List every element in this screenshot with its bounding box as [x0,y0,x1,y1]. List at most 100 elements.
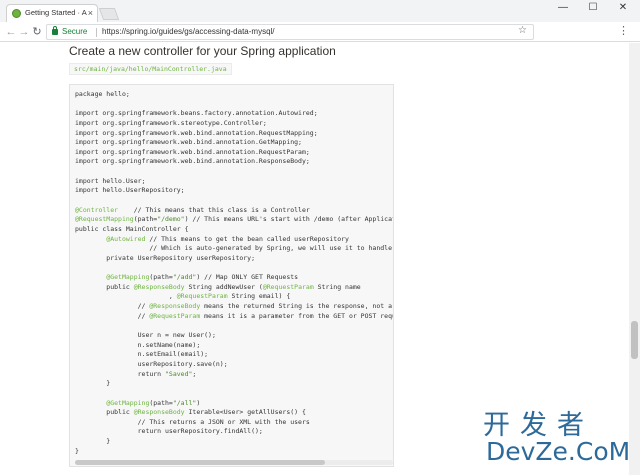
code-text: String addNewUser ( [184,282,263,291]
url-text[interactable]: https://spring.io/guides/gs/accessing-da… [102,27,275,36]
code-text: } [75,379,111,388]
minimize-button[interactable]: — [548,0,578,16]
file-path: src/main/java/hello/MainController.java [69,63,232,75]
code-line: import org.springframework.stereotype.Co… [75,118,393,129]
code-line: n.setEmail(email); [75,350,393,360]
code-line: // @RequestParam means it is a parameter… [75,311,394,322]
code-text: n.setEmail(email); [75,350,209,359]
code-line: @Controller // This means that this clas… [75,205,393,216]
code-line: return "Saved"; [75,369,393,380]
code-text: } [75,446,79,455]
code-line: public @ResponseBody Iterable<User> getA… [75,408,393,418]
code-line: } [75,437,393,447]
code-text: (path= [149,273,173,282]
code-string: "Saved" [165,369,193,378]
code-text: return userRepository.findAll(); [75,427,263,436]
code-text: String name [313,282,361,291]
code-line: @GetMapping(path="/all") [75,398,393,409]
code-annotation: @ResponseBody [133,282,185,291]
browser-tab[interactable]: Getting Started · Accessing × [6,4,98,22]
code-annotation: @RequestMapping [75,215,134,224]
code-text: import hello.UserRepository; [75,186,185,195]
tab-close-button[interactable]: × [88,7,93,19]
code-text: import org.springframework.web.bind.anno… [75,157,310,166]
code-scroll-thumb[interactable] [75,460,325,465]
back-button[interactable]: ← [4,24,18,40]
code-text: import org.springframework.web.bind.anno… [75,128,318,137]
code-text: n.setName(name); [75,340,201,349]
code-text: means the returned String is the respons… [204,302,392,311]
code-block: package hello; import org.springframework… [69,84,394,467]
code-line: private UserRepository userRepository; [75,253,393,264]
page-heading: Create a new controller for your Spring … [69,44,336,58]
code-line: } [75,446,393,457]
code-text: public [75,282,134,291]
code-text: // This means to get the bean called use… [145,234,349,243]
code-annotation: @ResponseBody [133,408,185,417]
code-text: } [75,437,111,446]
code-line: n.setName(name); [75,340,393,351]
address-bar[interactable]: Secure https://spring.io/guides/gs/acces… [46,24,534,40]
code-annotation: @GetMapping [106,398,150,407]
lock-icon [52,26,58,35]
code-horizontal-scrollbar[interactable] [75,460,393,465]
page-vertical-scrollbar[interactable] [629,43,640,475]
code-line: import org.springframework.beans.factory… [75,109,393,119]
code-text: import org.springframework.web.bind.anno… [75,147,310,156]
forward-button[interactable]: → [17,24,31,40]
close-window-button[interactable]: ✕ [608,0,638,16]
code-annotation: @ResponseBody [149,302,201,311]
page-scroll-thumb[interactable] [631,321,638,359]
code-line: @RequestMapping(path="/demo") // This me… [75,215,393,225]
code-text: package hello; [75,90,130,98]
code-line: public class MainController { [75,224,393,235]
reload-button[interactable]: ↻ [30,24,44,40]
code-text: private UserRepository userRepository; [75,253,256,262]
code-text: String email) { [227,292,291,301]
code-annotation: @RequestParam [262,282,314,291]
browser-menu-button[interactable]: ⋮ [618,24,629,40]
secure-label: Secure [62,27,88,36]
code-text: User n = new User(); [75,331,216,340]
maximize-button[interactable]: ☐ [578,0,608,16]
code-line: import hello.UserRepository; [75,186,393,196]
new-tab-button[interactable] [98,8,120,20]
code-text: // This returns a JSON or XML with the u… [75,417,310,426]
code-text: ) [196,398,201,407]
code-text: means it is a parameter from the GET or … [200,311,394,320]
code-text: import hello.User; [75,176,146,185]
code-line: return userRepository.findAll(); [75,427,393,437]
code-line: @Autowired // This means to get the bean… [75,234,393,245]
code-annotation: @GetMapping [106,273,150,282]
code-line: import hello.User; [75,176,393,187]
code-text: ) // Map ONLY GET Requests [196,273,299,282]
code-annotation: @RequestParam [149,311,201,320]
code-string: "/add" [172,273,197,282]
code-text: // Which is auto-generated by Spring, we… [75,244,394,253]
code-line: @GetMapping(path="/add") // Map ONLY GET… [75,273,393,283]
spring-favicon-icon [12,9,21,18]
code-text: Iterable<User> getAllUsers() { [184,408,306,417]
code-text: // [75,302,150,311]
code-text: // This means that this class is a Contr… [118,205,310,214]
code-annotation: @RequestParam [176,292,228,301]
code-annotation: @Controller [75,205,119,214]
code-line: userRepository.save(n); [75,359,393,370]
code-text: import org.springframework.stereotype.Co… [75,118,267,127]
code-text: userRepository.save(n); [75,359,228,368]
code-listing: package hello; import org.springframework… [75,90,394,457]
title-bar: Getting Started · Accessing × — ☐ ✕ [0,0,640,22]
code-text: import org.springframework.web.bind.anno… [75,138,302,147]
code-annotation: @Autowired [106,234,146,243]
code-text: ; [192,369,197,378]
code-text: public class MainController { [75,224,189,233]
star-icon[interactable]: ☆ [518,25,527,36]
